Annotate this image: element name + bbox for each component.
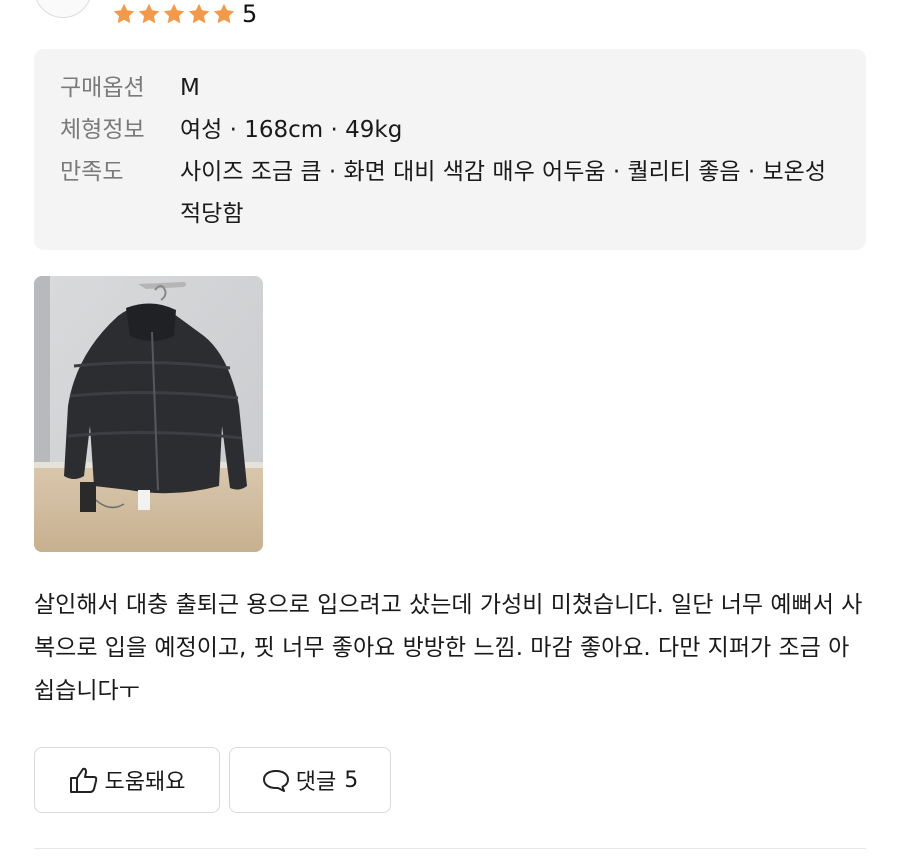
comment-count: 5 (344, 767, 359, 793)
review-info-box: 구매옵션 M 체형정보 여성 · 168cm · 49kg 만족도 사이즈 조금… (34, 49, 866, 250)
jacket-photo-image (34, 276, 263, 552)
comment-label: 댓글 (295, 770, 337, 795)
star-icon (138, 3, 160, 24)
info-label: 만족도 (60, 159, 124, 185)
thumbs-up-icon (69, 767, 97, 793)
info-label: 체형정보 (60, 117, 145, 143)
info-value: M (180, 75, 200, 101)
star-rating: 5 (112, 0, 257, 28)
rating-score: 5 (242, 0, 258, 28)
star-icon (213, 3, 235, 24)
star-icon (113, 3, 135, 24)
review-body: 살인해서 대충 출퇴근 용으로 입으려고 샀는데 가성비 미쳤습니다. 일단 너… (34, 592, 863, 704)
info-value: 사이즈 조금 큼 · 화면 대비 색감 매우 어두움 · 퀄리티 좋음 · 보온… (180, 159, 826, 227)
stars (112, 2, 236, 26)
info-value: 여성 · 168cm · 49kg (180, 117, 403, 143)
helpful-label: 도움돼요 (104, 770, 186, 795)
star-icon (163, 3, 185, 24)
comment-button[interactable]: 댓글 5 (229, 747, 391, 813)
star-icon (188, 3, 210, 24)
info-label: 구매옵션 (60, 75, 145, 101)
avatar[interactable] (34, 0, 92, 18)
review-card: 5 구매옵션 M 체형정보 여성 · 168cm · 49kg 만족도 사이즈 … (0, 0, 900, 863)
review-photo[interactable] (34, 276, 263, 552)
divider (34, 848, 866, 849)
speech-bubble-icon (262, 770, 289, 792)
helpful-button[interactable]: 도움돼요 (34, 747, 220, 813)
